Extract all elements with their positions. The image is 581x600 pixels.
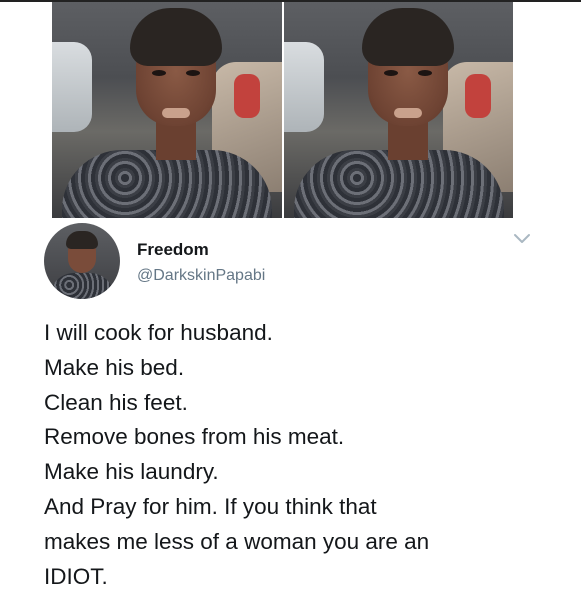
tweet-text: I will cook for husband. Make his bed. C… [44,316,564,594]
tweet-line: makes me less of a woman you are an [44,528,430,554]
display-name[interactable]: Freedom [137,240,209,260]
user-handle[interactable]: @DarkskinPapabi [137,267,265,285]
tweet-photo-right[interactable] [283,2,513,218]
tweet-line: I will cook for husband. [44,320,273,345]
tweet-media[interactable] [52,2,513,218]
tweet-line: Make his laundry. [44,459,219,485]
tweet-header: Freedom @DarkskinPapabi [44,223,544,303]
chevron-down-icon[interactable] [512,232,532,246]
tweet-line: Make his bed. [44,354,185,380]
tweet-line: Clean his feet. [44,389,188,415]
tweet-photo-left[interactable] [52,2,282,218]
tweet-line: Remove bones from his meat. [44,424,345,450]
tweet-line: IDIOT. [44,563,108,589]
tweet-line: And Pray for him. If you think that [44,493,377,519]
avatar[interactable] [44,223,120,299]
